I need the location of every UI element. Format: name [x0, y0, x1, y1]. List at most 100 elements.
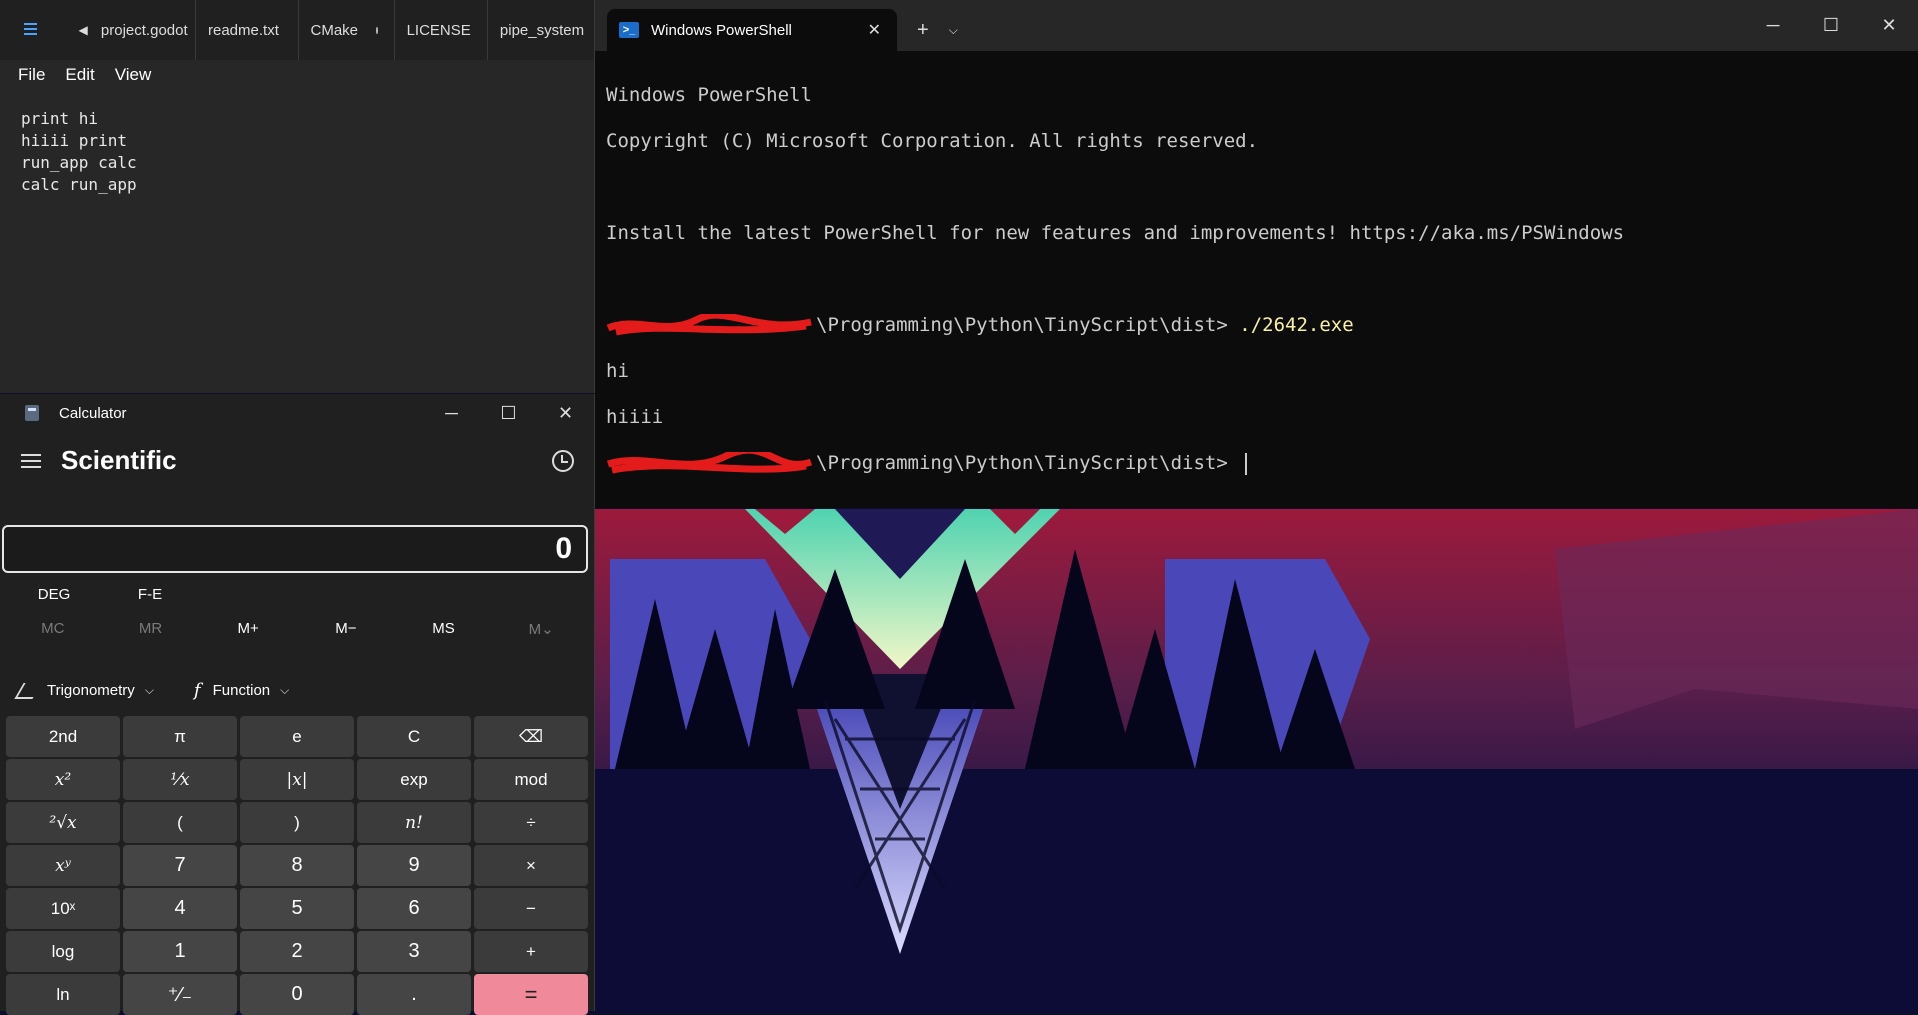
calculator-title: Calculator [59, 404, 127, 422]
digit-2-button[interactable]: 2 [240, 931, 354, 972]
text-line: print hi [21, 109, 99, 128]
digit-0-button[interactable]: 0 [240, 974, 354, 1015]
notepad-window: ◀ project.godot readme.txt CMake LICENSE… [0, 0, 595, 393]
deg-button[interactable]: DEG [6, 586, 102, 603]
digit-8-button[interactable]: 8 [240, 845, 354, 886]
angle-row: DEG F-E [0, 586, 198, 603]
fe-button[interactable]: F-E [102, 586, 198, 603]
equals-button[interactable]: = [474, 974, 588, 1015]
calculator-window: Calculator ─ ☐ ✕ Scientific 0 DEG F-E MC… [0, 394, 595, 1015]
calculator-display: 0 [2, 525, 588, 573]
calculator-mode-title: Scientific [61, 445, 177, 475]
digit-5-button[interactable]: 5 [240, 888, 354, 929]
m-minus-button[interactable]: M− [297, 620, 395, 638]
digit-6-button[interactable]: 6 [357, 888, 471, 929]
right-paren-button[interactable]: ) [240, 802, 354, 843]
history-icon[interactable] [552, 450, 574, 472]
tab-pipe-system[interactable]: pipe_system [488, 0, 594, 60]
digit-3-button[interactable]: 3 [357, 931, 471, 972]
decimal-button[interactable]: . [357, 974, 471, 1015]
terminal-output[interactable]: Windows PowerShell Copyright (C) Microso… [595, 51, 1918, 521]
chevron-down-icon: ⌵ [280, 683, 290, 697]
chevron-down-icon[interactable]: ⌵ [949, 9, 958, 51]
prompt-line: \Programming\Python\TinyScript\dist> ./2… [606, 314, 1918, 337]
log-button[interactable]: log [6, 931, 120, 972]
mc-button[interactable]: MC [4, 620, 102, 638]
e-button[interactable]: e [240, 716, 354, 757]
pi-button[interactable]: π [123, 716, 237, 757]
add-button[interactable]: + [474, 931, 588, 972]
tab-cmake[interactable]: CMake [299, 0, 395, 60]
memory-list-button[interactable]: M⌄ [492, 620, 590, 638]
m-plus-button[interactable]: M+ [199, 620, 297, 638]
close-tab-icon[interactable]: ✕ [868, 20, 881, 40]
output-line: hi [606, 360, 629, 382]
powershell-icon: >_ [619, 22, 639, 38]
tab-license[interactable]: LICENSE [395, 0, 488, 60]
triangle-icon [14, 682, 42, 699]
factorial-button[interactable]: n! [357, 802, 471, 843]
tab-windows-powershell[interactable]: >_ Windows PowerShell ✕ [607, 9, 897, 51]
abs-button[interactable]: |x| [240, 759, 354, 800]
power-button[interactable]: xʸ [6, 845, 120, 886]
digit-4-button[interactable]: 4 [123, 888, 237, 929]
output-line: Copyright (C) Microsoft Corporation. All… [606, 130, 1259, 152]
redaction-scribble [606, 314, 812, 336]
ln-button[interactable]: ln [6, 974, 120, 1015]
minimize-icon[interactable]: ─ [1744, 0, 1802, 51]
backspace-button[interactable]: ⌫ [474, 716, 588, 757]
menu-file[interactable]: File [0, 65, 61, 85]
ten-power-button[interactable]: 10ˣ [6, 888, 120, 929]
subtract-button[interactable]: − [474, 888, 588, 929]
digit-1-button[interactable]: 1 [123, 931, 237, 972]
negate-button[interactable]: ⁺⁄₋ [123, 974, 237, 1015]
hamburger-menu-icon[interactable] [21, 450, 41, 472]
digit-7-button[interactable]: 7 [123, 845, 237, 886]
menu-edit[interactable]: Edit [61, 65, 110, 85]
divide-button[interactable]: ÷ [474, 802, 588, 843]
chevron-down-icon: ⌵ [144, 683, 154, 697]
desktop-wallpaper [595, 509, 1918, 1011]
function-icon: f [193, 680, 201, 701]
maximize-icon[interactable]: ☐ [1802, 0, 1860, 51]
tab-project-godot[interactable]: project.godot [97, 0, 196, 60]
text-line: calc run_app [21, 175, 137, 194]
left-paren-button[interactable]: ( [123, 802, 237, 843]
trigonometry-dropdown[interactable]: Trigonometry ⌵ [0, 682, 154, 699]
close-icon[interactable]: ✕ [537, 394, 594, 432]
square-button[interactable]: x² [6, 759, 120, 800]
terminal-window: >_ Windows PowerShell ✕ + ⌵ ─ ☐ ✕ Window… [595, 0, 1918, 508]
minimize-icon[interactable]: ─ [423, 394, 480, 432]
output-line: hiiii [606, 406, 664, 428]
mr-button[interactable]: MR [102, 620, 200, 638]
terminal-tab-bar: >_ Windows PowerShell ✕ + ⌵ ─ ☐ ✕ [595, 0, 1918, 51]
calculator-keypad: 2nd π e C ⌫ x² ¹⁄x |x| exp mod ²√x ( ) n… [6, 716, 588, 1015]
maximize-icon[interactable]: ☐ [480, 394, 537, 432]
ms-button[interactable]: MS [395, 620, 493, 638]
multiply-button[interactable]: × [474, 845, 588, 886]
reciprocal-button[interactable]: ¹⁄x [123, 759, 237, 800]
sqrt-button[interactable]: ²√x [6, 802, 120, 843]
calculator-app-icon [25, 405, 39, 421]
notepad-menu-bar: File Edit View [0, 60, 594, 90]
redaction-scribble [606, 452, 813, 474]
menu-view[interactable]: View [111, 65, 168, 85]
exp-button[interactable]: exp [357, 759, 471, 800]
second-button[interactable]: 2nd [6, 716, 120, 757]
clear-button[interactable]: C [357, 716, 471, 757]
function-dropdown[interactable]: f Function ⌵ [154, 680, 289, 701]
notepad-app-icon [22, 20, 39, 40]
tab-readme[interactable]: readme.txt [196, 0, 299, 60]
output-line: Install the latest PowerShell for new fe… [606, 222, 1625, 244]
mod-button[interactable]: mod [474, 759, 588, 800]
text-line: hiiii print [21, 131, 127, 150]
new-tab-icon[interactable]: + [917, 9, 929, 51]
notepad-text-area[interactable]: print hi hiiii print run_app calc calc r… [0, 90, 594, 196]
prompt-line: \Programming\Python\TinyScript\dist> [606, 452, 1918, 475]
notepad-tab-bar: ◀ project.godot readme.txt CMake LICENSE… [0, 0, 594, 60]
close-icon[interactable]: ✕ [1860, 0, 1918, 51]
tab-scroll-left-icon[interactable]: ◀ [79, 23, 97, 37]
digit-9-button[interactable]: 9 [357, 845, 471, 886]
unsaved-dot-icon [376, 26, 378, 34]
text-line: run_app calc [21, 153, 137, 172]
